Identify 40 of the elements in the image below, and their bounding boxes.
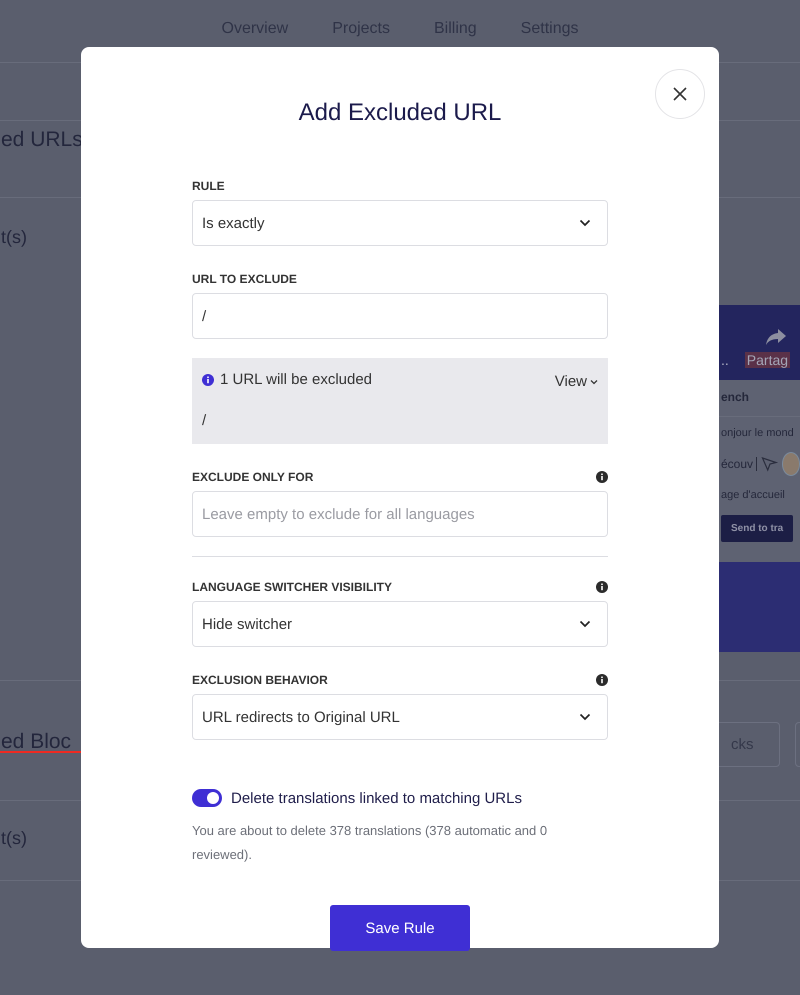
- field-label: EXCLUSION BEHAVIOR: [192, 673, 328, 687]
- header-text: Partag: [744, 352, 790, 368]
- input-field[interactable]: Leave empty to exclude for all languages: [192, 491, 608, 537]
- dialog-title: Add Excluded URL: [298, 98, 502, 128]
- section-title: ed URLs: [1, 128, 83, 152]
- chevron-down-icon: [579, 713, 591, 721]
- field-label: RULE: [192, 179, 225, 193]
- select-field[interactable]: URL redirects to Original URL: [192, 694, 608, 740]
- view-link[interactable]: View: [554, 373, 598, 390]
- field-label: LANGUAGE SWITCHER VISIBILITY: [192, 580, 392, 594]
- section-title: ed Bloc: [1, 730, 72, 754]
- info-icon[interactable]: [596, 581, 608, 593]
- matched-url: /: [202, 412, 206, 429]
- input-field[interactable]: /: [192, 293, 608, 339]
- caret-icon: [590, 378, 598, 384]
- row-text: t(s): [1, 828, 27, 849]
- preview-text: onjour le mond: [720, 426, 795, 441]
- match-message: 1 URL will be excluded: [220, 371, 374, 388]
- select-field[interactable]: Hide switcher: [192, 601, 608, 647]
- info-icon[interactable]: [596, 471, 608, 483]
- row-text: t(s): [1, 227, 27, 248]
- close-icon: [673, 87, 687, 101]
- chevron-down-icon: [579, 219, 591, 227]
- info-icon[interactable]: [596, 674, 608, 686]
- select-field[interactable]: Is exactly: [192, 200, 608, 246]
- chevron-down-icon: [579, 620, 591, 628]
- warning-note: You are about to delete 378 translations (378 automatic and 0 reviewed).: [192, 822, 548, 864]
- toggle-switch[interactable]: [192, 789, 222, 807]
- info-icon: [202, 374, 214, 386]
- save-button[interactable]: Save Rule: [330, 905, 470, 951]
- preview-text: écouv: [721, 457, 758, 471]
- toggle-label: Delete translations linked to matching URLs: [231, 790, 522, 806]
- avatar: [782, 452, 800, 476]
- field-label: EXCLUDE ONLY FOR: [192, 470, 314, 484]
- field-label: URL TO EXCLUDE: [192, 272, 297, 286]
- share-arrow-icon[interactable]: [764, 328, 787, 346]
- preview-text: age d'accueil: [720, 488, 786, 503]
- close-button[interactable]: [655, 69, 705, 119]
- send-button[interactable]: Send to tra: [721, 514, 794, 542]
- header-text: ..: [721, 352, 729, 368]
